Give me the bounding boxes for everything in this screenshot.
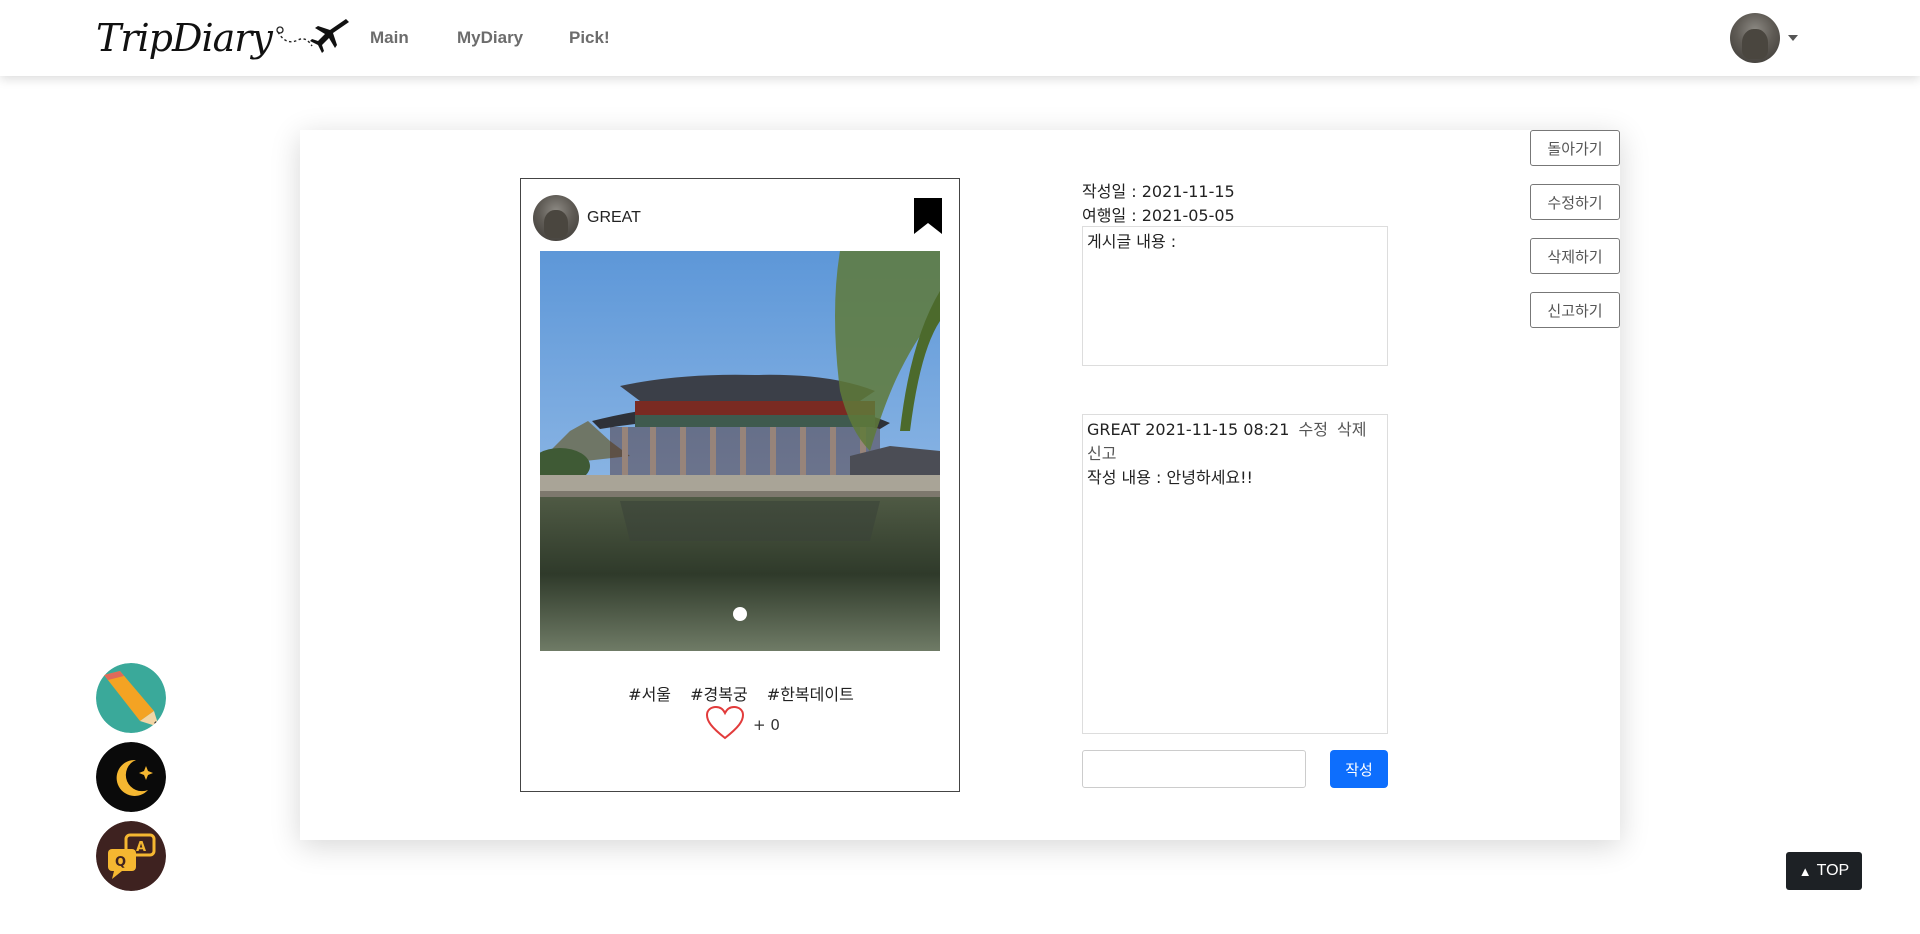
delete-button[interactable]: 삭제하기	[1530, 238, 1620, 274]
scroll-top-button[interactable]: ▲ TOP	[1786, 852, 1862, 890]
tag[interactable]: #서울	[628, 685, 671, 704]
edit-button[interactable]: 수정하기	[1530, 184, 1620, 220]
report-button[interactable]: 신고하기	[1530, 292, 1620, 328]
comment-item: GREAT 2021-11-15 08:21 수정 삭제 신고 작성 내용 : …	[1087, 418, 1383, 490]
post-tags: #서울 #경복궁 #한복데이트	[521, 681, 961, 705]
plane-icon	[276, 19, 349, 53]
diary-detail-card: GREAT #서울 #경복궁 #한복데이트 + 0 작성일: 2021-11-…	[300, 130, 1620, 840]
post-author-name: GREAT	[587, 209, 641, 226]
travel-date: 여행일 : 2021-05-05	[1082, 206, 1235, 225]
top-navbar: TripDiary Main MyDiary Pick!	[0, 0, 1920, 76]
pencil-icon[interactable]	[96, 663, 166, 733]
svg-text:A: A	[136, 840, 146, 855]
bookmark-icon[interactable]	[913, 197, 943, 239]
comment-list: GREAT 2021-11-15 08:21 수정 삭제 신고 작성 내용 : …	[1082, 414, 1388, 734]
comment-submit-button[interactable]: 작성	[1330, 750, 1388, 788]
created-date: 작성일 : 2021-11-15	[1082, 182, 1235, 201]
top-label: TOP	[1816, 862, 1850, 879]
comment-delete-link[interactable]: 삭제	[1337, 420, 1366, 439]
avatar[interactable]	[1730, 13, 1780, 63]
post-photo[interactable]	[540, 251, 940, 651]
nav-mydiary[interactable]: MyDiary	[457, 28, 523, 48]
comment-report-link[interactable]: 신고	[1087, 444, 1116, 463]
like-area: + 0	[705, 705, 780, 745]
content-label: 게시글 내용 :	[1087, 232, 1177, 251]
tag[interactable]: #경복궁	[690, 685, 748, 704]
nav-main[interactable]: Main	[370, 28, 409, 48]
svg-text:Q: Q	[115, 855, 126, 870]
user-menu[interactable]	[1730, 13, 1798, 63]
comment-author: GREAT	[1087, 420, 1141, 439]
tag[interactable]: #한복데이트	[767, 685, 854, 704]
brand-logo[interactable]: TripDiary	[96, 14, 350, 62]
nav-pick[interactable]: Pick!	[569, 28, 610, 48]
comment-edit-link[interactable]: 수정	[1298, 420, 1327, 439]
qa-chat-icon[interactable]: A Q	[96, 821, 166, 891]
moon-icon[interactable]	[96, 742, 166, 812]
post-meta: 작성일 : 2021-11-15 여행일 : 2021-05-05	[1082, 180, 1235, 228]
heart-icon[interactable]	[705, 705, 745, 745]
brand-name: TripDiary	[96, 16, 273, 60]
comment-datetime: 2021-11-15 08:21	[1145, 420, 1290, 439]
post-header: GREAT	[533, 195, 641, 241]
like-count: + 0	[753, 716, 780, 734]
comment-text: 작성 내용 : 안녕하세요!!	[1087, 468, 1253, 487]
triangle-up-icon: ▲	[1798, 863, 1812, 879]
post-content-box: 게시글 내용 :	[1082, 226, 1388, 366]
back-button[interactable]: 돌아가기	[1530, 130, 1620, 166]
chevron-down-icon[interactable]	[1788, 35, 1798, 41]
post-frame: GREAT #서울 #경복궁 #한복데이트 + 0	[520, 178, 960, 792]
post-author-avatar[interactable]	[533, 195, 579, 241]
comment-input[interactable]	[1082, 750, 1306, 788]
